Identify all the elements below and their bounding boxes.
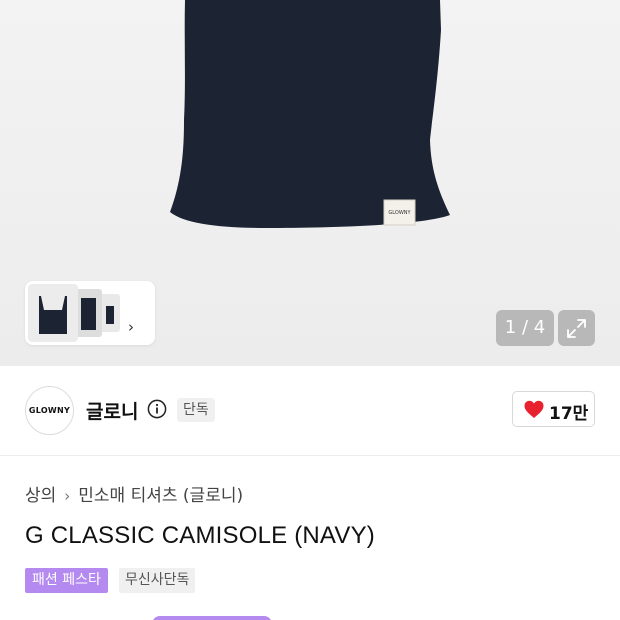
image-page-counter: 1 / 4: [496, 310, 554, 346]
info-icon[interactable]: [147, 399, 167, 419]
product-image-gallery[interactable]: GLOWNY AI › 1 / 4: [0, 0, 620, 366]
expand-icon: [567, 319, 586, 338]
musinsa-exclusive-tag: 무신사단독: [119, 568, 196, 593]
brand-logo[interactable]: GLOWNY: [25, 386, 74, 435]
brand-name[interactable]: 글로니: [86, 397, 138, 424]
expand-image-button[interactable]: [558, 310, 595, 346]
exclusive-badge: 단독: [177, 398, 215, 422]
garment-label-text: GLOWNY: [388, 210, 411, 216]
camisole-body: [170, 0, 450, 228]
breadcrumb-item-category[interactable]: 상의: [25, 486, 56, 506]
partial-coupon-button[interactable]: [152, 616, 272, 620]
thumbnail-back-item: [106, 306, 114, 324]
chevron-right-icon: ›: [128, 318, 134, 336]
breadcrumb-item-subcategory[interactable]: 민소매 티셔츠 (글로니): [78, 486, 243, 506]
thumbnail-stack: [28, 284, 120, 342]
fashion-festa-tag: 패션 페스타: [25, 568, 108, 593]
thumbnail-middle-item: [81, 298, 96, 330]
ai-similar-items-card[interactable]: AI ›: [25, 281, 155, 345]
section-divider: [0, 455, 620, 456]
like-button[interactable]: 17만: [512, 391, 595, 427]
like-count: 17만: [549, 404, 589, 424]
heart-icon: [524, 400, 544, 418]
product-title: G CLASSIC CAMISOLE (NAVY): [25, 522, 375, 549]
breadcrumb: 상의 › 민소매 티셔츠 (글로니): [25, 481, 243, 506]
chevron-right-icon: ›: [64, 487, 71, 505]
